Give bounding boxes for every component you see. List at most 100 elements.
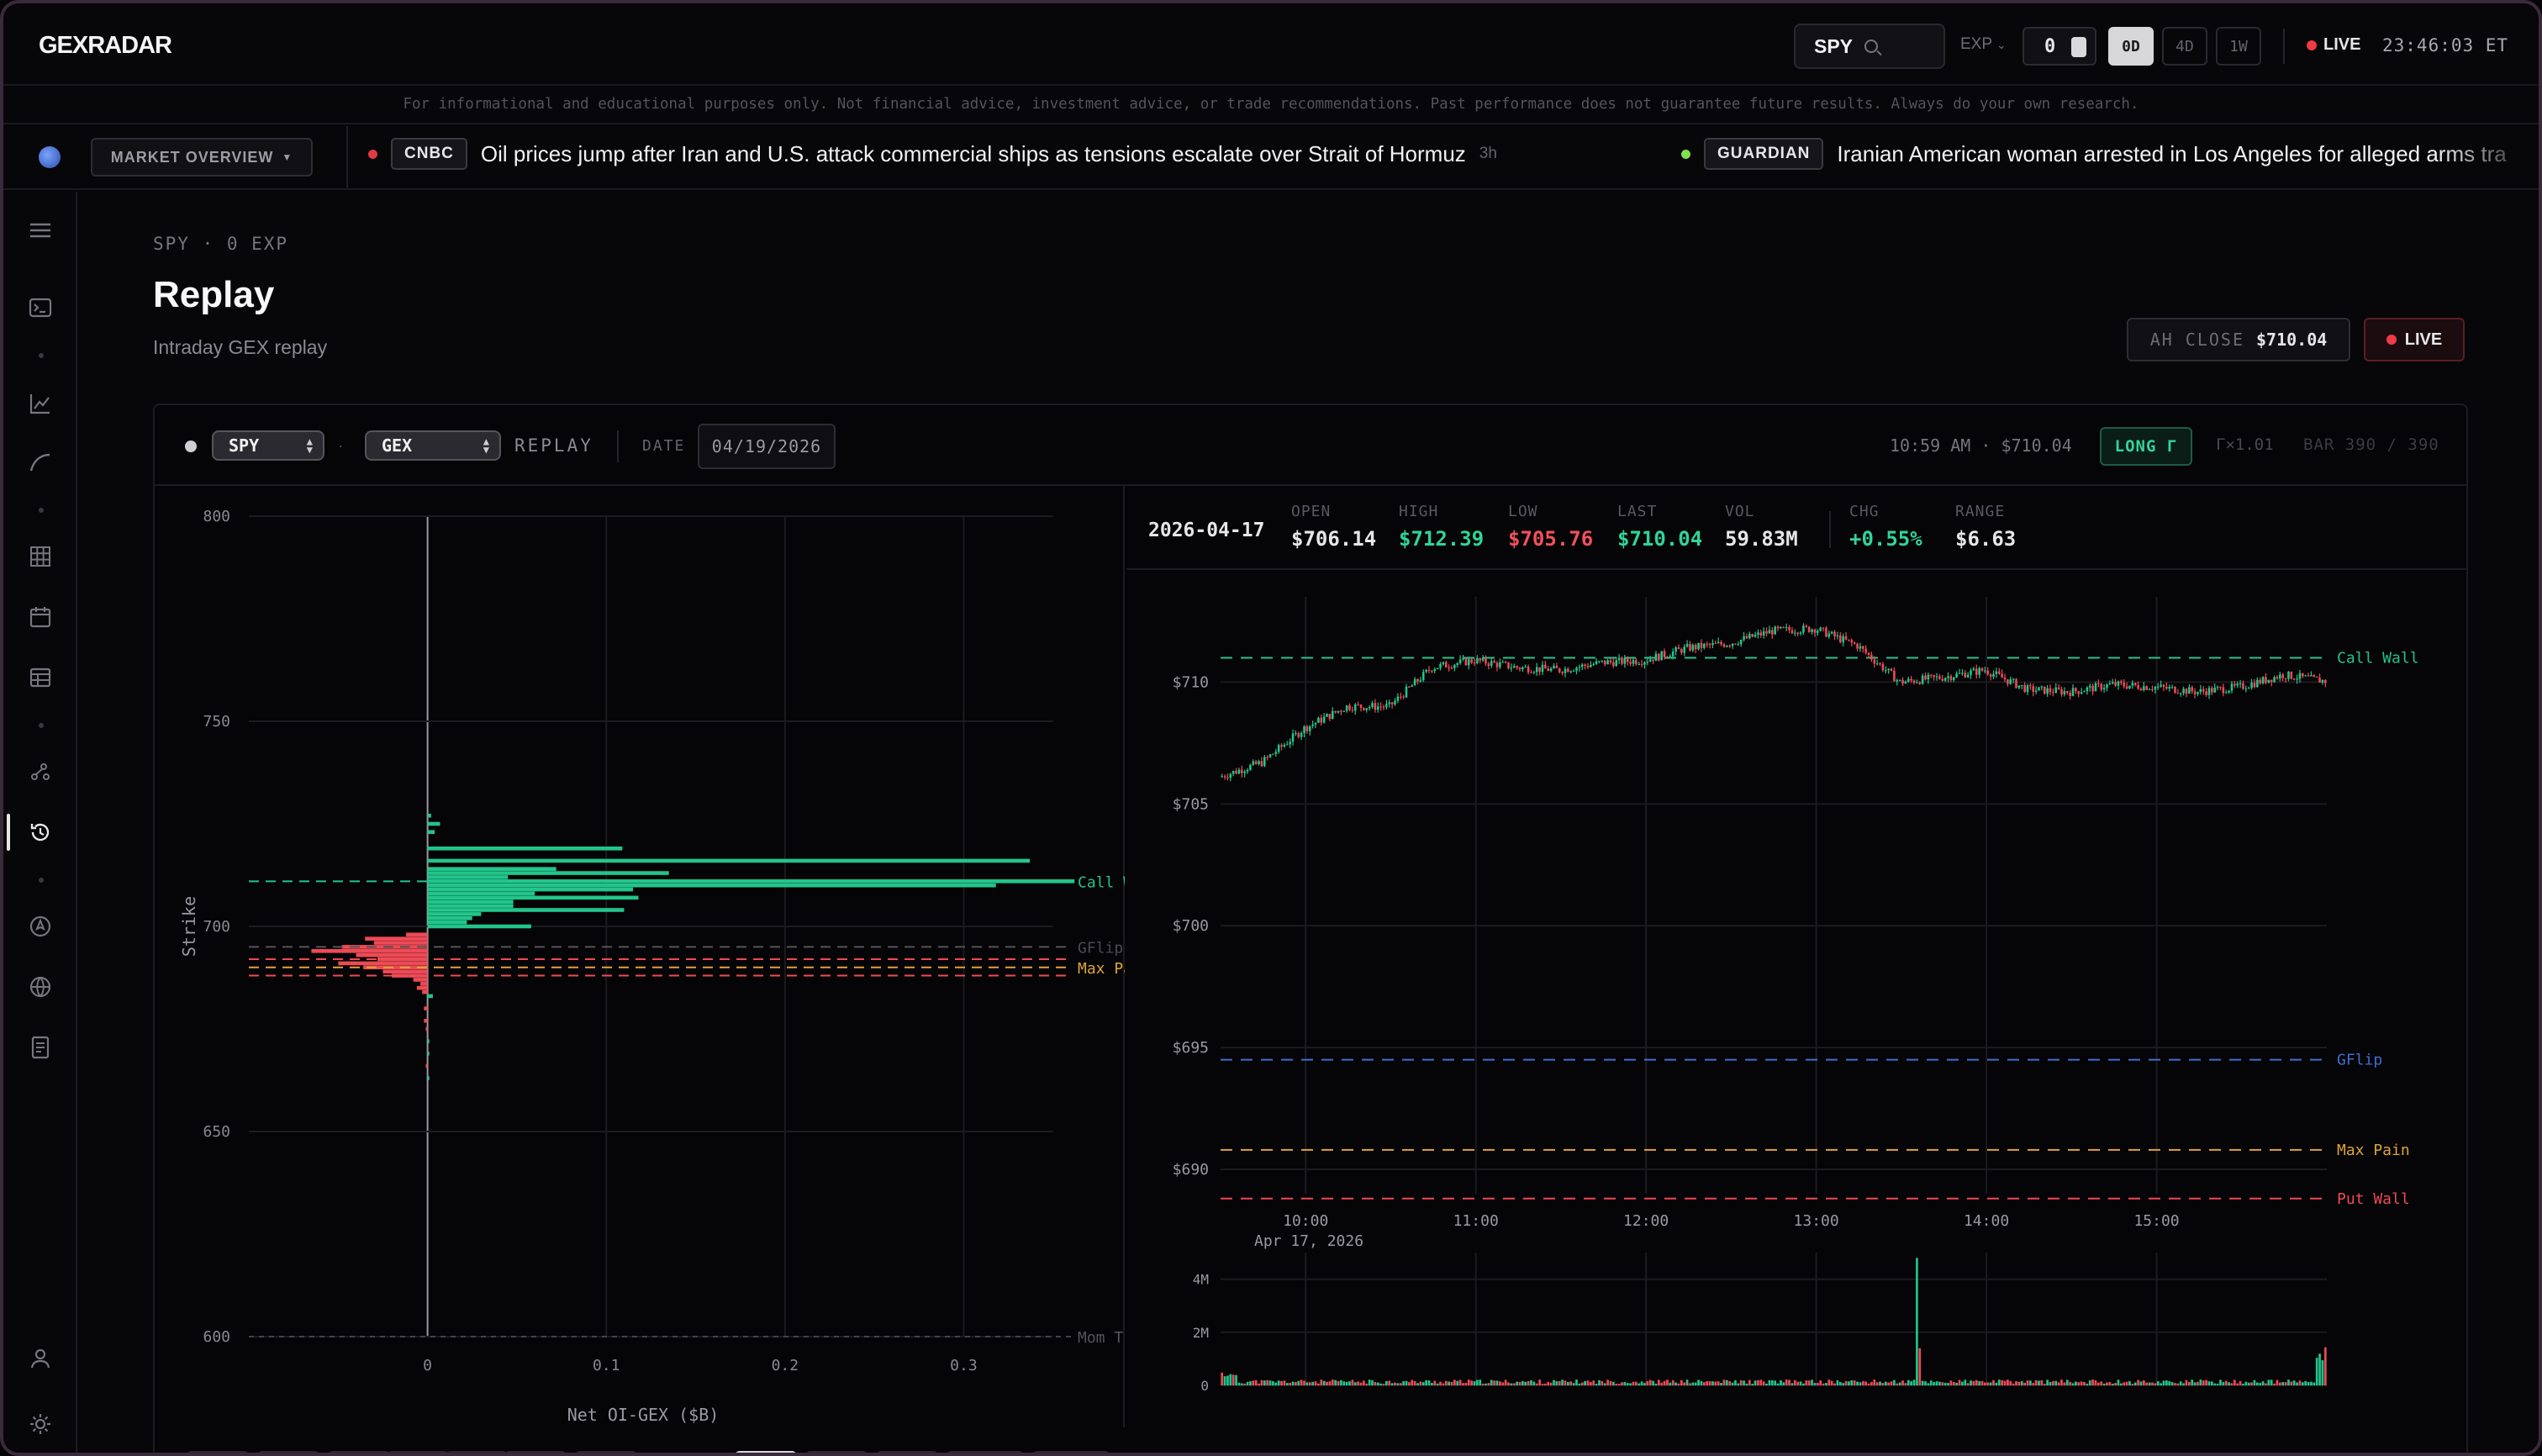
mode-select[interactable]: GEX ▲ ▼ bbox=[365, 430, 501, 461]
volume-bar bbox=[2052, 1381, 2054, 1385]
table-icon[interactable] bbox=[27, 664, 54, 691]
news-dot-icon bbox=[368, 149, 377, 159]
date-input[interactable]: 04/19/2026 bbox=[698, 424, 836, 469]
candle-body bbox=[1966, 674, 1970, 678]
toolbar-tab-active[interactable] bbox=[735, 1451, 797, 1453]
scatter-icon[interactable] bbox=[27, 758, 54, 785]
volume-bar bbox=[2176, 1383, 2180, 1385]
toolbar-tab[interactable] bbox=[575, 1451, 637, 1453]
volume-bar bbox=[1368, 1380, 1371, 1385]
candle-body bbox=[2304, 675, 2307, 677]
candle-body bbox=[1538, 667, 1541, 672]
volume-bar bbox=[1342, 1381, 1346, 1385]
dte-button-4d[interactable]: 4D bbox=[2162, 27, 2207, 66]
toolbar-tab[interactable] bbox=[446, 1451, 508, 1453]
dte-button-0d[interactable]: 0D bbox=[2108, 27, 2154, 66]
menu-icon[interactable] bbox=[27, 217, 54, 244]
toolbar-tab[interactable] bbox=[805, 1451, 868, 1453]
x-tick-label: 13:00 bbox=[1794, 1212, 1839, 1230]
caret-down-icon: ▼ bbox=[282, 151, 293, 163]
compass-icon[interactable] bbox=[27, 913, 54, 940]
toolbar-tab[interactable] bbox=[257, 1451, 319, 1453]
volume-bar bbox=[1743, 1380, 1745, 1385]
volume-bar bbox=[1853, 1380, 1856, 1385]
curve-icon[interactable] bbox=[27, 449, 54, 476]
volume-bar bbox=[2077, 1382, 2081, 1385]
candle-body bbox=[1584, 664, 1586, 667]
candle-body bbox=[2233, 683, 2236, 686]
volume-bar bbox=[1541, 1384, 1544, 1385]
settings-icon[interactable] bbox=[27, 1411, 54, 1438]
candle-body bbox=[2009, 679, 2012, 684]
volume-bar bbox=[1751, 1384, 1754, 1385]
gex-bar bbox=[427, 1039, 430, 1043]
calendar-icon[interactable] bbox=[27, 604, 54, 630]
stat-low: LOW $705.76 bbox=[1508, 503, 1593, 551]
volume-bar bbox=[1947, 1383, 1949, 1385]
candle-body bbox=[1788, 627, 1790, 630]
candle-body bbox=[1941, 678, 1944, 681]
news-item[interactable]: CNBC Oil prices jump after Iran and U.S.… bbox=[368, 138, 1497, 170]
globe-nav-icon[interactable] bbox=[27, 973, 54, 1000]
volume-bar bbox=[2233, 1380, 2236, 1385]
volume-bar bbox=[1785, 1380, 1788, 1385]
globe-icon[interactable] bbox=[39, 146, 61, 168]
volume-bar bbox=[1580, 1382, 1584, 1385]
dte-button-1w[interactable]: 1W bbox=[2216, 27, 2261, 66]
volume-bar bbox=[2080, 1381, 2083, 1385]
volume-bar bbox=[2012, 1383, 2015, 1385]
replay-icon[interactable] bbox=[27, 819, 54, 846]
volume-bar bbox=[1337, 1380, 1340, 1385]
candle-body bbox=[1280, 745, 1283, 747]
stepper-arrows-icon[interactable] bbox=[2071, 37, 2086, 57]
toolbar-tab[interactable] bbox=[328, 1451, 390, 1453]
candle-body bbox=[1462, 658, 1464, 660]
candle-body bbox=[1295, 733, 1297, 735]
live-button[interactable]: LIVE bbox=[2364, 318, 2465, 361]
exp-stepper[interactable]: 0 bbox=[2023, 27, 2096, 66]
market-overview-button[interactable]: MARKET OVERVIEW ▼ bbox=[91, 138, 313, 177]
gex-bar bbox=[427, 912, 482, 916]
volume-bar bbox=[2040, 1380, 2044, 1385]
stats-date: 2026-04-17 bbox=[1148, 520, 1265, 541]
candle-body bbox=[2290, 671, 2293, 679]
user-icon[interactable] bbox=[27, 1345, 54, 1372]
symbol-select[interactable]: SPY ▲ ▼ bbox=[212, 430, 324, 461]
candle-body bbox=[1493, 661, 1495, 663]
candle-body bbox=[1842, 636, 1844, 642]
volume-bar bbox=[1875, 1382, 1879, 1385]
news-item[interactable]: GUARDIAN Iranian American woman arrested… bbox=[1681, 138, 2507, 170]
volume-bar bbox=[2151, 1382, 2154, 1385]
line-chart-icon[interactable] bbox=[27, 390, 54, 417]
app-logo[interactable]: GEXRADAR bbox=[39, 32, 172, 60]
toolbar-tab[interactable] bbox=[876, 1451, 938, 1453]
volume-bar bbox=[1371, 1380, 1374, 1385]
terminal-icon[interactable] bbox=[27, 294, 54, 321]
grid-icon[interactable] bbox=[27, 543, 54, 570]
exp-dropdown[interactable]: EXP ⌄ bbox=[1960, 35, 2007, 54]
volume-bar bbox=[1266, 1380, 1269, 1385]
toolbar-tab[interactable] bbox=[947, 1451, 1024, 1453]
volume-bar bbox=[2057, 1382, 2060, 1385]
volume-bar bbox=[1564, 1380, 1567, 1385]
candle-body bbox=[1286, 744, 1289, 746]
toolbar-tab[interactable] bbox=[187, 1451, 249, 1453]
toolbar-tab[interactable] bbox=[1032, 1451, 1110, 1453]
volume-bar bbox=[2054, 1380, 2058, 1385]
volume-bar bbox=[1657, 1380, 1660, 1385]
volume-bar bbox=[1408, 1382, 1411, 1385]
candle-body bbox=[1322, 716, 1326, 723]
candle-body bbox=[1754, 634, 1757, 637]
candle-body bbox=[1796, 632, 1799, 634]
candle-body bbox=[2281, 674, 2284, 678]
candle-body bbox=[1660, 651, 1663, 661]
symbol-search[interactable]: SPY bbox=[1794, 24, 1945, 69]
volume-bar bbox=[1790, 1383, 1794, 1385]
candle-body bbox=[1458, 659, 1462, 663]
volume-bar bbox=[1643, 1383, 1646, 1385]
toolbar-tab[interactable] bbox=[504, 1451, 567, 1453]
toolbar-tab[interactable] bbox=[387, 1451, 449, 1453]
price-chart-svg[interactable]: $690 $695 $700 $705 $710 10:00 11:00 12:00 13:00… bbox=[1126, 572, 2468, 1427]
gex-profile-svg[interactable]: 0 0.1 0.2 0.3 600 650 700 750 800 Net OI-GEX ($B)… bbox=[155, 486, 1178, 1427]
document-icon[interactable] bbox=[27, 1034, 54, 1061]
